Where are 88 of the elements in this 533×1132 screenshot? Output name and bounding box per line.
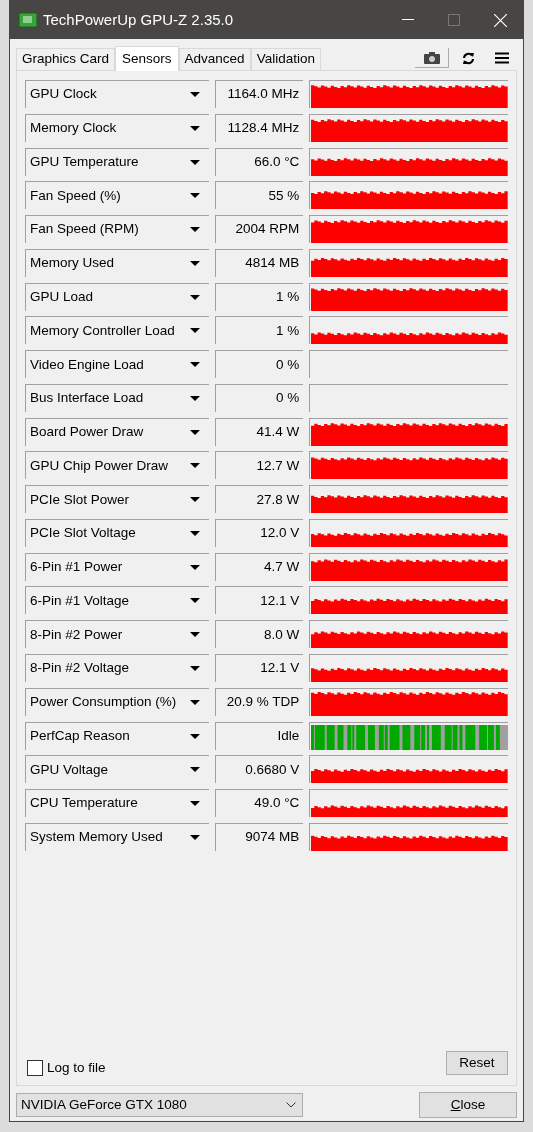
dropdown-arrow-icon [189, 666, 200, 671]
sensor-value: 0 % [214, 383, 304, 412]
sensor-dropdown[interactable]: GPU Clock [25, 80, 209, 108]
dropdown-arrow-icon [189, 260, 200, 266]
dropdown-arrow-icon [189, 193, 200, 199]
sensor-value: 8.0 W [214, 620, 304, 649]
sensor-dropdown[interactable]: Memory Controller Load [25, 316, 209, 345]
sensor-value: 4814 MB [214, 248, 304, 277]
sensor-value: 12.1 V [214, 586, 304, 615]
sensor-dropdown[interactable]: Memory Used [25, 248, 209, 277]
sensor-dropdown[interactable]: GPU Load [25, 282, 209, 311]
sensor-value: 9074 MB [214, 822, 304, 851]
dropdown-arrow-icon [189, 801, 200, 807]
dropdown-arrow-icon [189, 598, 200, 604]
sensor-dropdown[interactable]: PCIe Slot Power [25, 485, 209, 514]
sensor-value: 66.0 °C [214, 147, 304, 176]
close-button[interactable]: Close [419, 1092, 517, 1118]
dropdown-arrow-icon [189, 733, 200, 739]
dropdown-arrow-icon [189, 767, 200, 773]
sensor-dropdown[interactable]: CPU Temperature [25, 789, 209, 818]
log-to-file-checkbox[interactable] [27, 1059, 43, 1076]
checkbox-label: Log to file [47, 1058, 106, 1077]
tab[interactable]: Validation [250, 48, 321, 70]
dropdown-arrow-icon [189, 497, 200, 503]
chevron-down-icon [286, 1102, 296, 1108]
sensor-dropdown[interactable]: 6-Pin #1 Power [25, 552, 209, 581]
dropdown-arrow-icon [189, 834, 200, 840]
sensor-dropdown[interactable]: Video Engine Load [25, 350, 209, 379]
sensor-value: 2004 RPM [214, 215, 304, 244]
tab[interactable]: Advanced [178, 48, 251, 70]
dropdown-arrow-icon [189, 92, 200, 97]
sensor-value: 1 % [214, 316, 304, 345]
sensor-value: 1164.0 MHz [214, 80, 304, 108]
close-icon [493, 13, 507, 27]
app-icon [18, 12, 38, 28]
window-title: TechPowerUp GPU-Z 2.35.0 [43, 9, 234, 30]
sensor-value: 20.9 % TDP [214, 687, 304, 716]
sensor-dropdown[interactable]: Power Consumption (%) [25, 687, 209, 716]
device-select[interactable]: NVIDIA GeForce GTX 1080 [16, 1093, 303, 1117]
dropdown-arrow-icon [189, 294, 200, 300]
sensor-value: 55 % [214, 181, 304, 210]
sensor-dropdown[interactable]: Fan Speed (%) [25, 181, 209, 210]
dropdown-arrow-icon [189, 632, 200, 638]
sensor-value: 1128.4 MHz [214, 113, 304, 142]
dropdown-arrow-icon [189, 328, 200, 334]
sensor-value: 49.0 °C [214, 789, 304, 818]
sensor-value: Idle [214, 721, 304, 750]
sensor-value: 0 % [214, 350, 304, 379]
dropdown-arrow-icon [189, 463, 200, 469]
sensor-value: 0.6680 V [214, 755, 304, 784]
sensor-value: 12.0 V [214, 518, 304, 547]
sensor-dropdown[interactable]: PerfCap Reason [25, 721, 209, 750]
sensor-value: 4.7 W [214, 552, 304, 581]
sensor-dropdown[interactable]: System Memory Used [25, 822, 209, 851]
sensor-dropdown[interactable]: GPU Chip Power Draw [25, 451, 209, 480]
tab[interactable]: Graphics Card [16, 48, 116, 70]
dropdown-arrow-icon [189, 530, 200, 536]
sensor-dropdown[interactable]: Fan Speed (RPM) [25, 215, 209, 244]
sensor-dropdown[interactable]: Bus Interface Load [25, 383, 209, 412]
sensor-dropdown[interactable]: GPU Voltage [25, 755, 209, 784]
dropdown-arrow-icon [189, 159, 200, 165]
dropdown-arrow-icon [189, 227, 200, 233]
sensor-dropdown[interactable]: GPU Temperature [25, 147, 209, 176]
sensor-dropdown[interactable]: Memory Clock [25, 113, 209, 142]
sensor-value: 41.4 W [214, 417, 304, 446]
sensor-dropdown[interactable]: 8-Pin #2 Voltage [25, 654, 209, 682]
sensor-value: 12.7 W [214, 451, 304, 480]
sensor-dropdown[interactable]: PCIe Slot Voltage [25, 518, 209, 547]
tab[interactable]: Sensors [115, 46, 179, 71]
dropdown-arrow-icon [189, 429, 200, 435]
sensor-value: 27.8 W [214, 485, 304, 514]
dropdown-arrow-icon [189, 125, 200, 131]
reset-button[interactable]: Reset [446, 1050, 508, 1075]
sensor-dropdown[interactable]: 8-Pin #2 Power [25, 620, 209, 649]
camera-icon [423, 51, 440, 64]
dropdown-arrow-icon [189, 564, 200, 570]
screenshot-button[interactable] [415, 48, 449, 68]
sensor-value: 1 % [214, 282, 304, 311]
refresh-icon [461, 51, 475, 65]
menu-icon [495, 52, 509, 64]
dropdown-arrow-icon [189, 699, 200, 705]
minimize-icon [402, 19, 414, 21]
maximize-icon [448, 14, 460, 26]
sensor-dropdown[interactable]: Board Power Draw [25, 417, 209, 446]
sensor-value: 12.1 V [214, 654, 304, 682]
dropdown-arrow-icon [189, 395, 200, 401]
sensor-dropdown[interactable]: 6-Pin #1 Voltage [25, 586, 209, 615]
dropdown-arrow-icon [189, 362, 200, 368]
